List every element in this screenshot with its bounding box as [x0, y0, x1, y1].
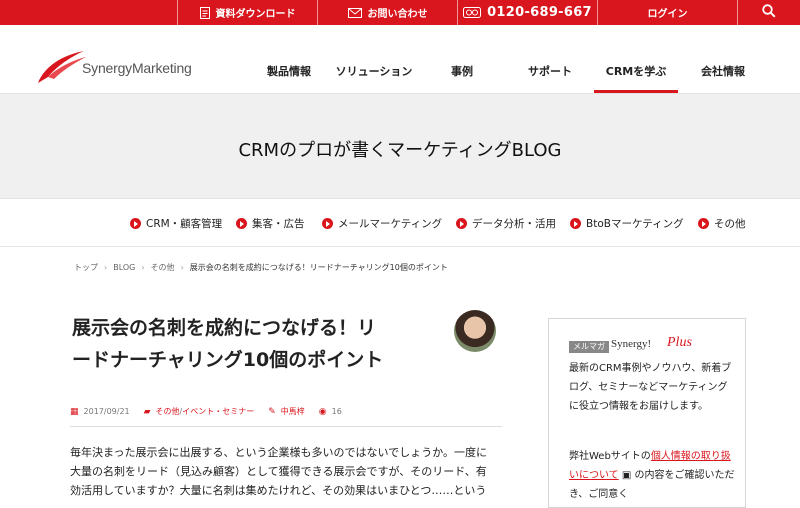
article-body-line: 毎年決まった展示会に出展する、という企業様も多いのではないでしょうか。一度に — [70, 446, 488, 459]
login-label: ログイン — [647, 9, 688, 20]
meta-divider — [70, 426, 502, 427]
contact-label: お問い合わせ — [367, 9, 428, 20]
newsletter-description: 最新のCRM事例やノウハウ、新着ブログ、セミナーなどマーケティングに役立つ情報を… — [569, 363, 732, 412]
category-crm[interactable]: CRM・顧客管理 — [130, 216, 222, 231]
newsletter-widget: メルマガ Synergy! Plus 最新のCRM事例やノウハウ、新着ブログ、セ… — [548, 318, 746, 508]
nav-support[interactable]: サポート — [510, 63, 590, 79]
category-label: 集客・広告 — [252, 218, 305, 230]
calendar-icon: ▦ — [70, 406, 79, 417]
article-views: 16 — [331, 407, 342, 416]
privacy-text: 弊社Webサイトの — [569, 451, 651, 462]
newsletter-brand: Synergy! — [611, 338, 652, 350]
newsletter-tag: メルマガ — [569, 341, 609, 353]
breadcrumb-home[interactable]: トップ — [74, 263, 98, 272]
breadcrumb-blog[interactable]: BLOG — [113, 263, 135, 272]
blog-hero: CRMのプロが書くマーケティングBLOG — [0, 93, 800, 199]
contact-link[interactable]: お問い合わせ — [317, 0, 457, 25]
category-btob[interactable]: BtoBマーケティング — [570, 216, 684, 231]
search-icon — [762, 4, 776, 21]
article-title: 展示会の名刺を成約につなげる！リ ードナーチャリング10個のポイント — [72, 312, 442, 376]
pencil-icon: ✎ — [268, 406, 276, 417]
top-utility-bar: 資料ダウンロード お問い合わせ 0120-689-667 ログイン — [0, 0, 800, 25]
nav-solutions[interactable]: ソリューション — [330, 63, 418, 79]
arrow-circle-icon — [130, 218, 141, 229]
nav-learn-crm[interactable]: CRMを学ぶ — [594, 63, 678, 79]
newsletter-brand-plus: Plus — [667, 335, 692, 350]
folder-icon: ▰ — [143, 406, 151, 417]
article-category-link[interactable]: その他 — [156, 406, 180, 417]
logo-text: SynergyMarketing — [82, 60, 192, 76]
nav-products[interactable]: 製品情報 — [258, 63, 320, 79]
privacy-notice: 弊社Webサイトの個人情報の取り扱いについて ▣ の内容をご確認いただき、ご同意… — [569, 447, 735, 504]
nav-company[interactable]: 会社情報 — [690, 63, 756, 79]
category-data[interactable]: データ分析・活用 — [456, 216, 556, 231]
arrow-circle-icon — [322, 218, 333, 229]
category-email[interactable]: メールマーケティング — [322, 216, 442, 231]
phone-label: 0120-689-667 — [487, 5, 592, 20]
search-button[interactable] — [737, 0, 800, 25]
category-ads[interactable]: 集客・広告 — [236, 216, 305, 231]
external-link-icon: ▣ — [618, 470, 635, 481]
eye-icon: ◉ — [318, 406, 327, 417]
category-other[interactable]: その他 — [698, 216, 746, 231]
arrow-circle-icon — [698, 218, 709, 229]
mail-icon — [347, 7, 362, 18]
category-bar: CRM・顧客管理 集客・広告 メールマーケティング データ分析・活用 BtoBマ… — [0, 199, 800, 247]
article-title-line: 展示会の名刺を成約につなげる！リ — [72, 317, 377, 339]
category-label: BtoBマーケティング — [586, 218, 684, 230]
category-label: CRM・顧客管理 — [146, 218, 223, 230]
phone-link[interactable]: 0120-689-667 — [457, 0, 597, 25]
document-icon — [199, 6, 210, 19]
article-title-line: ードナーチャリング10個のポイント — [72, 349, 384, 371]
category-label: データ分析・活用 — [472, 218, 556, 230]
article-body-line: 効活用していますか？大量に名刺は集めたけれど、その効果はいまひとつ……という — [70, 484, 487, 497]
login-link[interactable]: ログイン — [597, 0, 737, 25]
article-body-line: 大量の名刺をリード（見込み顧客）として獲得できる展示会ですが、そのリード、有 — [70, 465, 487, 478]
arrow-circle-icon — [236, 218, 247, 229]
category-label: メールマーケティング — [338, 218, 443, 230]
blog-title: CRMのプロが書くマーケティングBLOG — [238, 140, 562, 161]
article-meta: ▦ 2017/09/21 ▰ その他 / イベント・セミナー ✎ 中馬梓 ◉ 1… — [70, 406, 342, 417]
article-date: 2017/09/21 — [83, 407, 130, 416]
article-body: 毎年決まった展示会に出展する、という企業様も多いのではないでしょうか。一度に 大… — [70, 443, 502, 500]
category-label: その他 — [714, 218, 746, 230]
breadcrumb: トップ › BLOG › その他 › 展示会の名刺を成約につなげる！リードナーチャリング10… — [74, 263, 448, 272]
download-label: 資料ダウンロード — [215, 9, 296, 20]
arrow-circle-icon — [456, 218, 467, 229]
site-header: SynergyMarketing 製品情報 ソリューション 事例 サポート CR… — [0, 25, 800, 93]
download-link[interactable]: 資料ダウンロード — [177, 0, 317, 25]
phone-icon — [463, 7, 482, 18]
arrow-circle-icon — [570, 218, 581, 229]
article-category-link[interactable]: イベント・セミナー — [182, 406, 254, 417]
breadcrumb-category[interactable]: その他 — [151, 263, 175, 272]
nav-cases[interactable]: 事例 — [432, 63, 492, 79]
breadcrumb-current: 展示会の名刺を成約につなげる！リードナーチャリング10個のポイント — [189, 263, 448, 272]
article-author-link[interactable]: 中馬梓 — [281, 406, 305, 417]
author-avatar — [454, 310, 496, 352]
